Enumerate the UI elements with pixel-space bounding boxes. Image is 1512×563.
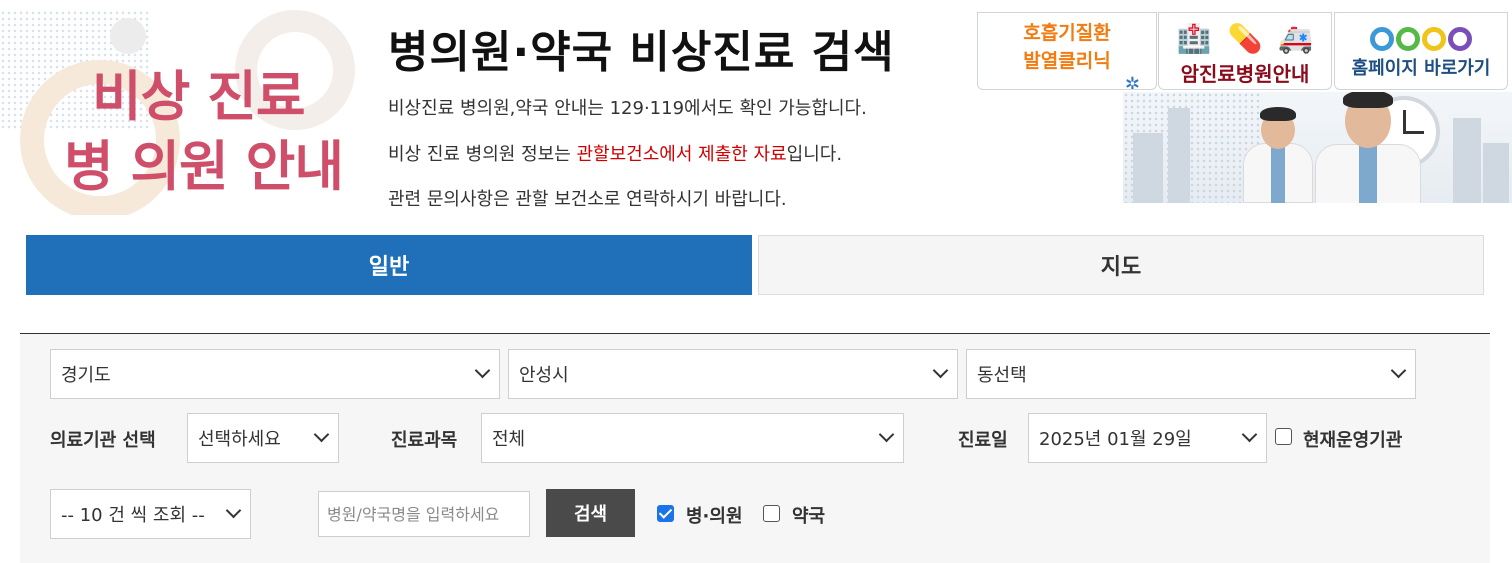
tab-map[interactable]: 지도	[758, 235, 1484, 295]
institution-value: 선택하세요	[198, 429, 281, 450]
notice-contact: 관련 문의사항은 관할 보건소로 연락하시기 바랍니다.	[388, 189, 787, 210]
logo-text-line2: 병 의원 안내	[64, 135, 344, 198]
province-value: 경기도	[61, 365, 111, 386]
institution-label: 의료기관 선택	[50, 430, 156, 451]
date-value: 2025년 01월 29일	[1039, 429, 1192, 450]
pharmacy-checkbox-label: 약국	[792, 506, 826, 527]
gyeonggi-logo-icon	[1335, 21, 1507, 57]
institution-select[interactable]: 선택하세요	[187, 413, 339, 463]
homepage-banner[interactable]: 홈페이지 바로가기	[1334, 12, 1508, 90]
chevron-down-icon	[224, 503, 244, 523]
city-value: 안성시	[519, 365, 569, 386]
page-size-value: -- 10 건 씩 조회 --	[61, 505, 205, 526]
page-title: 병의원·약국 비상진료 검색	[388, 27, 895, 78]
doctors-illustration	[1123, 92, 1512, 203]
city-select[interactable]: 안성시	[508, 349, 958, 399]
hospital-building-icon: 🏥	[1176, 21, 1212, 55]
chevron-down-icon	[473, 363, 493, 383]
hospital-checkbox[interactable]	[657, 505, 674, 522]
hospital-name-search-input[interactable]	[318, 491, 530, 537]
notice-source-highlight: 관할보건소에서 제출한 자료	[576, 144, 787, 165]
logo-circle	[1422, 27, 1446, 51]
chevron-down-icon	[1389, 363, 1409, 383]
hospital-checkbox-label: 병·의원	[686, 506, 743, 527]
open-now-label: 현재운영기관	[1303, 430, 1403, 451]
dong-select[interactable]: 동선택	[966, 349, 1416, 399]
logo-circle	[1370, 27, 1394, 51]
virus-icon: ✲	[1124, 74, 1140, 90]
dong-value: 동선택	[977, 365, 1027, 386]
doctor-figure	[1303, 92, 1433, 203]
pharmacy-checkbox[interactable]	[763, 505, 780, 522]
chevron-down-icon	[1240, 427, 1260, 447]
notice-source-prefix: 비상 진료 병의원 정보는	[388, 144, 577, 165]
building-shape	[1483, 143, 1509, 203]
cancer-hospital-label: 암진료병원안내	[1180, 62, 1310, 86]
chevron-down-icon	[931, 363, 951, 383]
notice-source: 비상 진료 병의원 정보는 관할보건소에서 제출한 자료입니다.	[388, 140, 842, 166]
tab-general[interactable]: 일반	[26, 235, 752, 295]
cancer-hospital-banner[interactable]: 🏥 💊 🚑 암진료병원안내	[1158, 12, 1332, 90]
logo-text-line1: 비상 진료	[92, 65, 306, 128]
notice-source-suffix: 입니다.	[786, 144, 843, 165]
building-shape	[1453, 118, 1481, 203]
fever-clinic-banner[interactable]: 호흡기질환 발열클리닉 ✲	[977, 12, 1157, 90]
chevron-down-icon	[312, 427, 332, 447]
logo-circle	[1448, 27, 1472, 51]
cancer-banner-icons: 🏥 💊 🚑	[1159, 13, 1331, 63]
chevron-down-icon	[877, 427, 897, 447]
medicine-bottle-icon: 💊	[1227, 21, 1263, 55]
date-select[interactable]: 2025년 01월 29일	[1028, 413, 1267, 463]
homepage-label: 홈페이지 바로가기	[1351, 58, 1491, 79]
open-now-checkbox[interactable]	[1275, 428, 1292, 445]
page-size-select[interactable]: -- 10 건 씩 조회 --	[50, 489, 251, 539]
province-select[interactable]: 경기도	[50, 349, 500, 399]
notice-phone: 비상진료 병의원,약국 안내는 129·119에서도 확인 가능합니다.	[388, 98, 867, 119]
logo-circle	[1396, 27, 1420, 51]
emergency-care-logo: 비상 진료 병 의원 안내	[0, 0, 365, 215]
building-shape	[1168, 108, 1190, 203]
fever-clinic-line2: 발열클리닉	[1023, 50, 1111, 72]
building-shape	[1133, 133, 1163, 203]
date-label: 진료일	[958, 430, 1008, 451]
logo-decoration	[110, 18, 146, 54]
fever-clinic-line1: 호흡기질환	[1023, 22, 1111, 44]
department-value: 전체	[492, 429, 526, 450]
department-select[interactable]: 전체	[481, 413, 904, 463]
search-button[interactable]: 검색	[546, 489, 635, 537]
department-label: 진료과목	[391, 430, 458, 451]
ambulance-icon: 🚑	[1278, 21, 1314, 55]
